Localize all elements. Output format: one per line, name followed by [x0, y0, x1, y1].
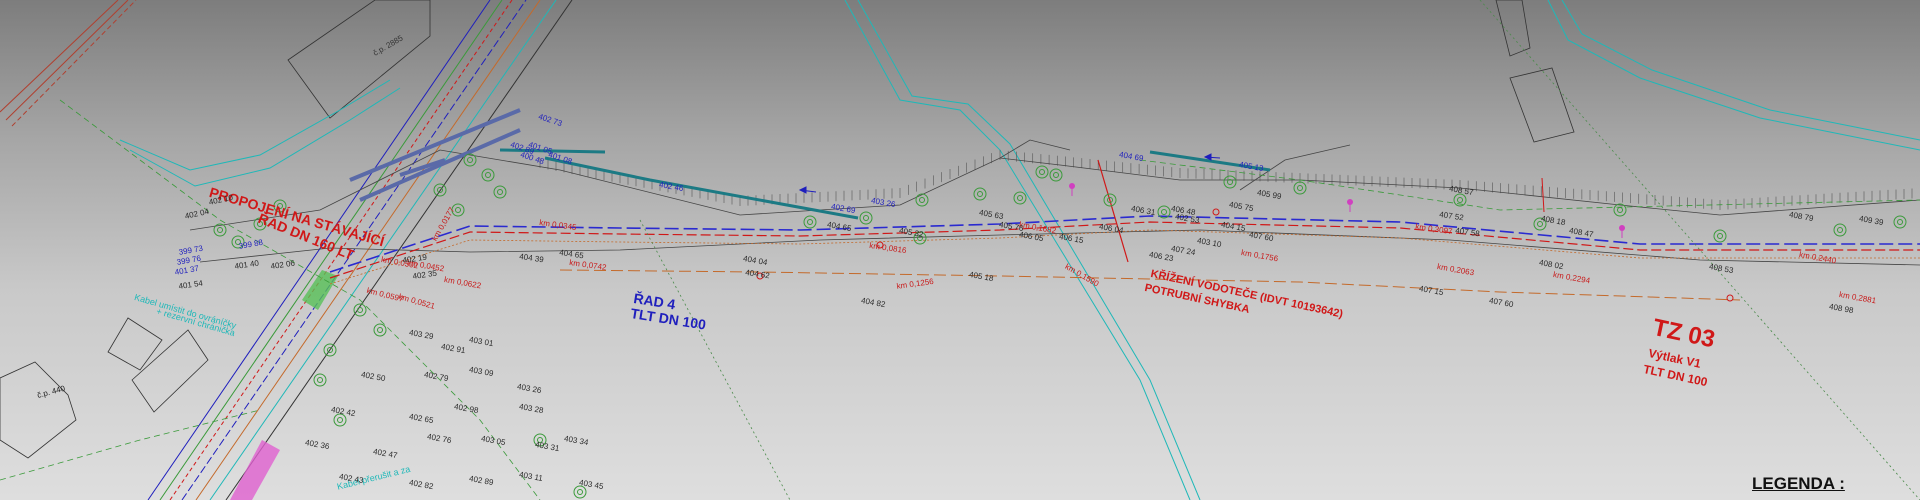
tree-icon — [1293, 181, 1307, 195]
tree-trunk-icon — [497, 189, 503, 195]
magenta-area — [230, 440, 280, 500]
tree-icon — [493, 185, 507, 199]
tree-trunk-icon — [1897, 219, 1903, 225]
tree-icon — [481, 168, 495, 182]
tree-trunk-icon — [485, 172, 491, 178]
tree-icon — [915, 193, 929, 207]
tree-icon — [1893, 215, 1907, 229]
tree-trunk-icon — [357, 307, 363, 313]
tree-trunk-icon — [919, 197, 925, 203]
buildings-bottomleft — [0, 317, 209, 459]
tree-icon — [1613, 203, 1627, 217]
tree-trunk-icon — [577, 489, 583, 495]
tree-trunk-icon — [1457, 197, 1463, 203]
buildings-topright — [1495, 0, 1575, 143]
tree-icon — [1223, 175, 1237, 189]
parcel-boundaries — [0, 0, 1920, 500]
tree-icon — [1713, 229, 1727, 243]
parcel-label-440: č.p. 440 — [36, 384, 66, 400]
tree-icon — [213, 223, 227, 237]
tree-trunk-icon — [1053, 172, 1059, 178]
tree-icon — [1049, 168, 1063, 182]
building-top — [287, 0, 431, 119]
tree-icon — [1035, 165, 1049, 179]
tree-icon — [1833, 223, 1847, 237]
tree-trunk-icon — [217, 227, 223, 233]
tree-icon — [859, 211, 873, 225]
tree-icon — [803, 215, 817, 229]
legend-title: LEGENDA : — [1752, 474, 1845, 493]
tree-icon — [313, 373, 327, 387]
tree-trunk-icon — [1017, 195, 1023, 201]
crossing-marker — [1097, 159, 1129, 263]
flow-direction-arrow — [798, 153, 1221, 194]
tree-icon — [1013, 191, 1027, 205]
road-topleft — [0, 0, 137, 127]
tree-icon — [973, 187, 987, 201]
drawing-sheet: č.p. 2885 č.p. 440 PROPOJENÍ NA STÁVAJÍC… — [0, 0, 1920, 500]
tree-trunk-icon — [1837, 227, 1843, 233]
tree-trunk-icon — [1617, 207, 1623, 213]
tree-trunk-icon — [1161, 209, 1167, 215]
tree-trunk-icon — [377, 327, 383, 333]
tree-icon — [463, 153, 477, 167]
survey-map[interactable]: č.p. 2885 č.p. 440 — [0, 0, 1920, 500]
tree-icon — [373, 323, 387, 337]
tree-trunk-icon — [1717, 233, 1723, 239]
parcel-label-top: č.p. 2885 — [372, 33, 405, 58]
crossing-road — [147, 0, 573, 500]
tree-trunk-icon — [1039, 169, 1045, 175]
tree-trunk-icon — [863, 215, 869, 221]
tree-trunk-icon — [337, 417, 343, 423]
tree-symbol — [213, 153, 1907, 499]
marker-right — [1541, 177, 1545, 213]
tree-trunk-icon — [317, 377, 323, 383]
green-strip — [302, 270, 338, 310]
tree-trunk-icon — [977, 191, 983, 197]
tree-trunk-icon — [807, 219, 813, 225]
tree-trunk-icon — [467, 157, 473, 163]
tree-trunk-icon — [1297, 185, 1303, 191]
